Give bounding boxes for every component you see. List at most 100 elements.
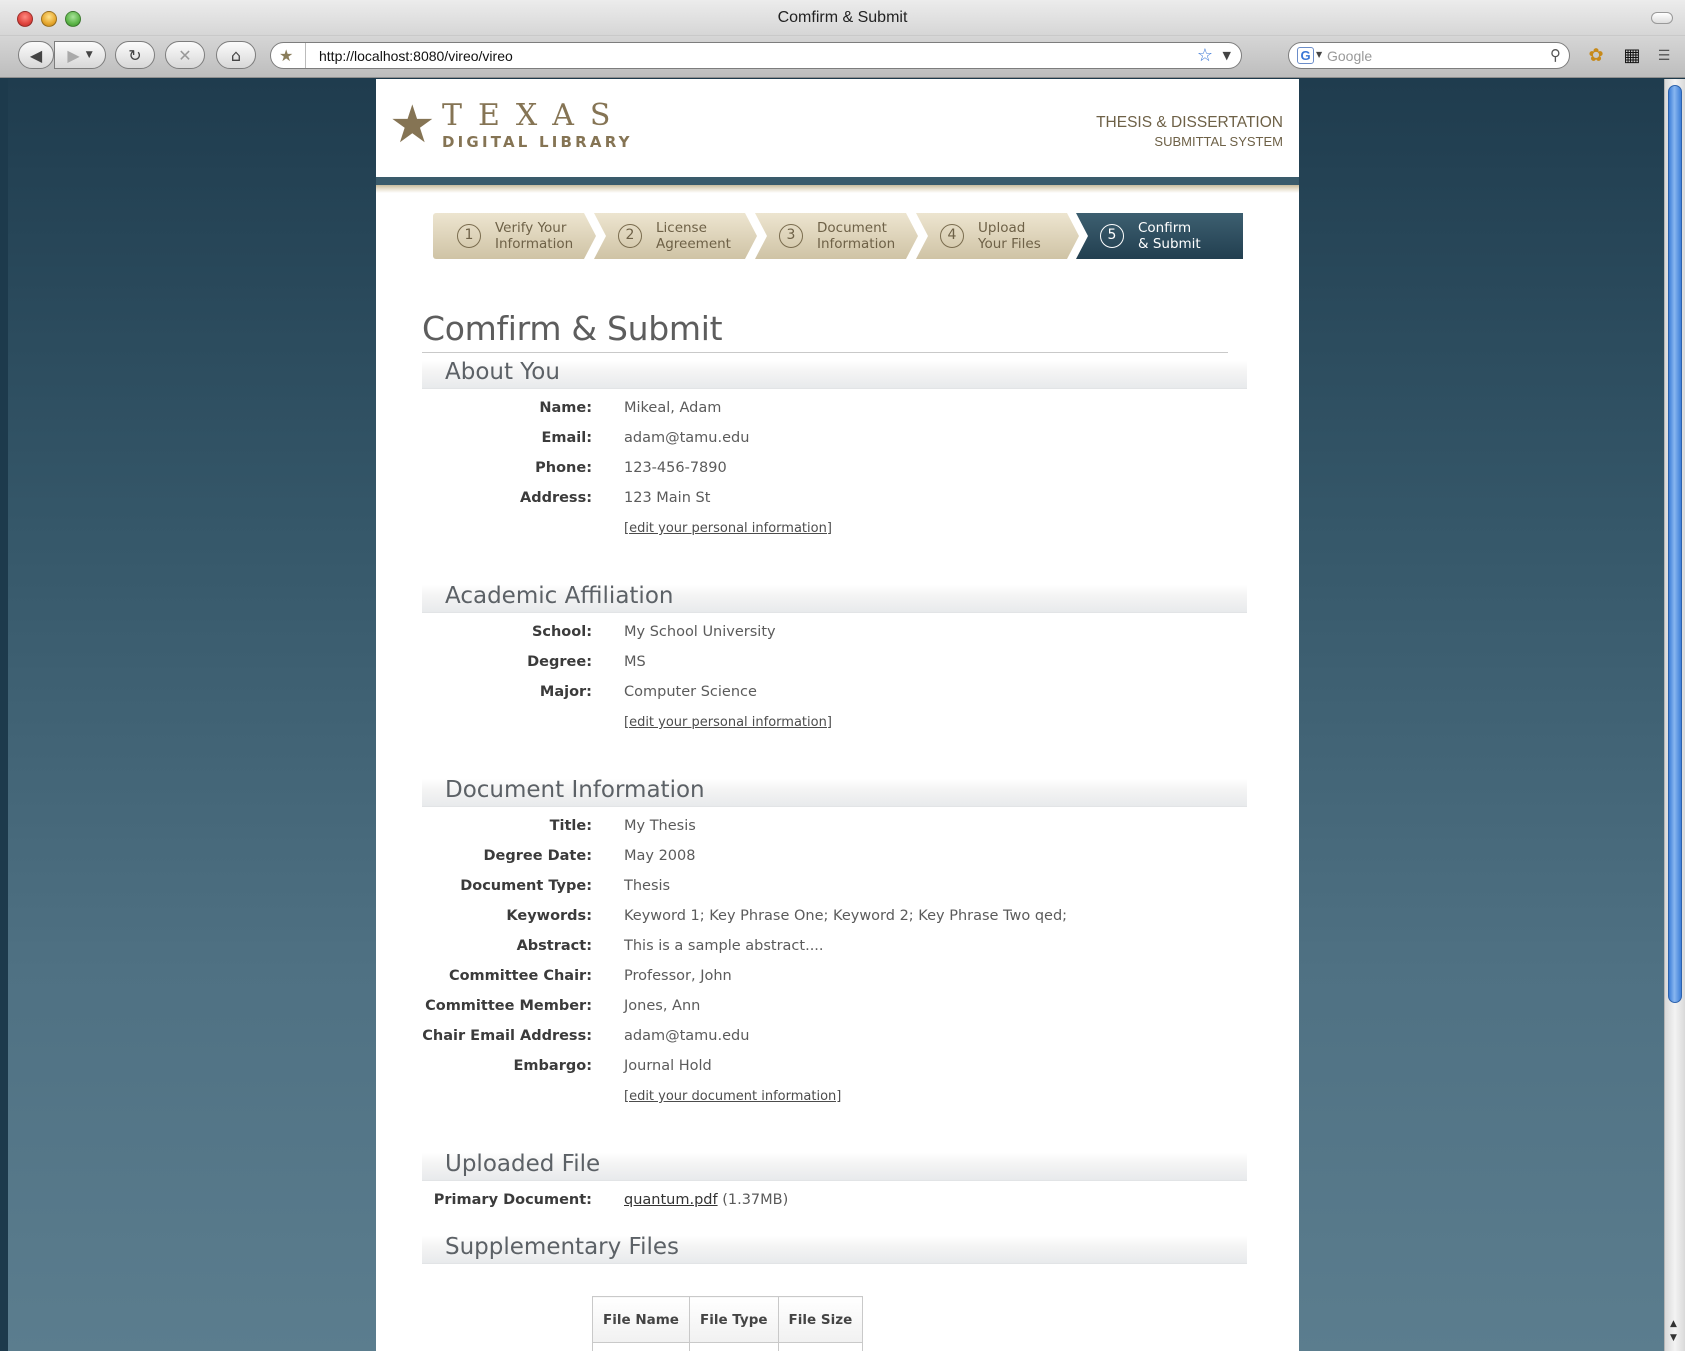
window-title: Comfirm & Submit <box>777 9 908 26</box>
field-keywords: Keywords: Keyword 1; Key Phrase One; Key… <box>376 908 1299 932</box>
reload-button[interactable]: ↻ <box>115 41 155 69</box>
step-confirm-submit[interactable]: 5 Confirm & Submit <box>1076 213 1243 259</box>
home-icon: ⌂ <box>230 45 242 65</box>
site-favicon-icon: ★ <box>279 46 294 65</box>
step-license-agreement[interactable]: 2 License Agreement <box>594 213 757 259</box>
field-label: Committee Member: <box>425 998 592 1014</box>
home-button[interactable]: ⌂ <box>216 41 256 69</box>
section-heading: Uploaded File <box>445 1151 601 1177</box>
field-label: Name: <box>539 400 592 416</box>
table-cell <box>592 1342 690 1351</box>
field-label: Abstract: <box>516 938 592 954</box>
qr-extension-icon[interactable]: ▦ <box>1620 44 1644 68</box>
field-label: Keywords: <box>506 908 592 924</box>
field-value: Journal Hold <box>624 1058 712 1074</box>
field-value: Mikeal, Adam <box>624 400 722 416</box>
step-document-information[interactable]: 3 Document Information <box>755 213 918 259</box>
section-heading: Document Information <box>445 777 705 803</box>
google-engine-icon[interactable]: G <box>1297 47 1314 64</box>
search-bar[interactable]: G ▼ ⚲ <box>1288 42 1570 69</box>
search-icon[interactable]: ⚲ <box>1550 46 1561 64</box>
url-history-dropdown-icon[interactable]: ▼ <box>1223 49 1231 62</box>
field-value: MS <box>624 654 646 670</box>
table-row <box>592 1342 864 1351</box>
field-degree: Degree: MS <box>376 654 1299 678</box>
scroll-up-arrow-icon[interactable]: ▲ <box>1670 1319 1677 1329</box>
table-header-row: File Name File Type File Size <box>592 1296 864 1343</box>
section-heading: Supplementary Files <box>445 1234 680 1260</box>
vertical-scrollbar[interactable]: ▲ ▼ <box>1664 79 1685 1351</box>
step-number: 3 <box>779 224 803 248</box>
field-label: Document Type: <box>460 878 592 894</box>
step-label: Upload Your Files <box>978 220 1041 252</box>
system-title: THESIS & DISSERTATION <box>1096 114 1283 131</box>
field-chair-email: Chair Email Address: adam@tamu.edu <box>376 1028 1299 1052</box>
field-value: Professor, John <box>624 968 732 984</box>
back-arrow-icon: ◀ <box>29 45 43 65</box>
header-band <box>376 177 1299 193</box>
field-degree-date: Degree Date: May 2008 <box>376 848 1299 872</box>
texas-star-icon: ★ <box>389 95 436 155</box>
field-value: adam@tamu.edu <box>624 430 750 446</box>
scrollbar-thumb[interactable] <box>1668 85 1682 1003</box>
logo-texas: TEXAS <box>442 98 627 133</box>
supplementary-files-table: File Name File Type File Size <box>592 1296 864 1351</box>
step-upload-files[interactable]: 4 Upload Your Files <box>916 213 1079 259</box>
step-label: Document Information <box>817 220 896 252</box>
edit-academic-info-link[interactable]: [edit your personal information] <box>624 715 832 730</box>
field-value: 123-456-7890 <box>624 460 727 476</box>
table-cell <box>688 1342 779 1351</box>
back-button[interactable]: ◀ <box>18 41 54 69</box>
step-label: Confirm & Submit <box>1138 220 1201 252</box>
stop-button[interactable]: ✕ <box>165 41 205 69</box>
field-label: Email: <box>541 430 592 446</box>
forward-button[interactable]: ▶ ▼ <box>54 41 106 69</box>
step-label: License Agreement <box>656 220 731 252</box>
primary-document-size: (1.37MB) <box>722 1192 789 1208</box>
search-input[interactable] <box>1327 46 1537 66</box>
page-title: Comfirm & Submit <box>422 309 723 348</box>
field-address: Address: 123 Main St <box>376 490 1299 514</box>
step-verify-information[interactable]: 1 Verify Your Information <box>433 213 596 259</box>
field-committee-member: Committee Member: Jones, Ann <box>376 998 1299 1022</box>
address-bar[interactable]: ★ http://localhost:8080/vireo/vireo ☆ ▼ <box>270 42 1242 69</box>
field-label: Address: <box>519 490 592 506</box>
table-cell <box>777 1342 864 1351</box>
section-academic-affiliation: Academic Affiliation <box>422 583 1247 613</box>
url-text[interactable]: http://localhost:8080/vireo/vireo <box>319 48 513 64</box>
browser-toolbar: ◀ ▶ ▼ ↻ ✕ ⌂ ★ http://localhost:8080/vire… <box>0 36 1685 78</box>
field-value: adam@tamu.edu <box>624 1028 750 1044</box>
system-subtitle: SUBMITTAL SYSTEM <box>1154 134 1283 149</box>
toolbar-toggle-button[interactable] <box>1651 12 1673 24</box>
stop-icon: ✕ <box>178 45 192 65</box>
field-value: May 2008 <box>624 848 696 864</box>
field-label: School: <box>531 624 592 640</box>
scroll-down-arrow-icon[interactable]: ▼ <box>1670 1333 1677 1343</box>
forward-arrow-icon: ▶ <box>67 45 80 65</box>
field-label: Title: <box>549 818 592 834</box>
section-about-you: About You <box>422 359 1247 389</box>
search-engine-dropdown-icon[interactable]: ▼ <box>1316 50 1322 59</box>
stack-extension-icon[interactable]: ☰ <box>1652 44 1676 68</box>
firebug-icon[interactable]: ✿ <box>1584 44 1608 68</box>
field-abstract: Abstract: This is a sample abstract.... <box>376 938 1299 962</box>
primary-document-link[interactable]: quantum.pdf <box>624 1192 718 1208</box>
step-label: Verify Your Information <box>495 220 574 252</box>
bookmark-star-icon[interactable]: ☆ <box>1197 45 1213 66</box>
edit-document-info-link[interactable]: [edit your document information] <box>624 1089 841 1104</box>
field-document-type: Document Type: Thesis <box>376 878 1299 902</box>
field-value: Keyword 1; Key Phrase One; Keyword 2; Ke… <box>624 908 1068 924</box>
field-value: This is a sample abstract.... <box>624 938 824 954</box>
column-file-type: File Type <box>688 1296 779 1343</box>
site-header: ★ TEXAS DIGITAL LIBRARY THESIS & DISSERT… <box>376 79 1299 177</box>
step-progress: 1 Verify Your Information 2 License Agreem… <box>433 213 1243 259</box>
field-label: Major: <box>539 684 592 700</box>
edit-personal-info-link[interactable]: [edit your personal information] <box>624 521 832 536</box>
section-heading: Academic Affiliation <box>445 583 674 609</box>
section-uploaded-file: Uploaded File <box>422 1151 1247 1181</box>
column-file-name: File Name <box>592 1296 690 1343</box>
field-label: Chair Email Address: <box>422 1028 592 1044</box>
field-label: Degree: <box>527 654 592 670</box>
field-label: Committee Chair: <box>448 968 592 984</box>
reload-icon: ↻ <box>128 45 142 65</box>
